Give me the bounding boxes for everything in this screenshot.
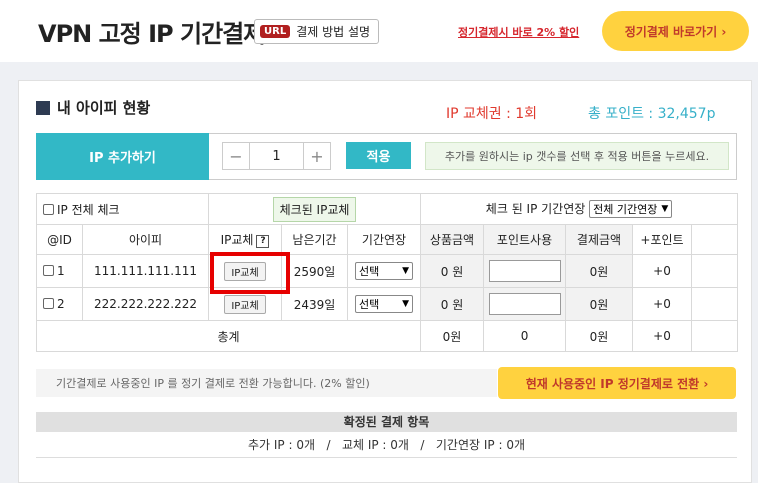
convert-to-subscription-button[interactable]: 현재 사용중인 IP 정기결제로 전환 › [498,367,736,399]
row-id-cell: 1 [36,254,83,288]
row-pay-amount: 0원 [565,287,634,321]
row-pay-amount: 0원 [565,254,634,288]
extend-all-select-value: 전체 기간연장 [593,203,658,216]
chevron-down-icon: ▼ [402,266,410,276]
total-spacer [691,320,739,352]
header-id: @ID [36,224,83,255]
header-pay-amount: 결제금액 [565,224,634,255]
swap-checked-button[interactable]: 체크된 IP교체 [272,196,357,222]
extend-select-value: 선택 [359,298,380,311]
header-ip: 아이피 [81,224,210,255]
row-product-amount: 0 원 [420,254,485,288]
total-plus-point: +0 [632,320,693,352]
header-extend: 기간연장 [347,224,422,255]
add-ip-hint: 추가를 원하시는 ip 갯수를 선택 후 적용 버튼을 누르세요. [425,142,729,170]
section-title: 내 아이피 현황 [36,97,150,118]
url-badge: URL [260,25,291,38]
header-swap: IP교체? [208,224,283,255]
total-label: 총계 [35,320,422,352]
row-id: 2 [57,297,65,311]
check-all-cell: IP 전체 체크 [35,193,210,225]
total-product-amount: 0원 [420,320,485,352]
total-points: 총 포인트 : 32,457p [588,106,716,122]
row-id: 1 [57,264,65,278]
extend-checked-label: 체크 된 IP 기간연장 [485,202,586,216]
help-icon[interactable]: ? [256,235,270,248]
header-spacer [691,224,739,255]
header-remaining: 남은기간 [281,224,349,255]
table-row: 1 111.111.111.111 IP교체 2590일 선택 ▼ 0 원 0원 … [36,254,739,288]
section-title-text: 내 아이피 현황 [57,99,151,117]
swap-checked-cell: 체크된 IP교체 [208,193,422,225]
row-product-amount: 0 원 [420,287,485,321]
row-point-cell [483,287,567,321]
ip-swap-highlight [210,252,290,294]
header-product-amount: 상품금액 [420,224,485,255]
payment-help-button[interactable]: URL 결제 방법 설명 [254,19,380,44]
table-row: 2 222.222.222.222 IP교체 2439일 선택 ▼ 0 원 0원 … [36,287,739,321]
total-pay-amount: 0원 [565,320,634,352]
row-remaining: 2439일 [281,287,349,321]
subscribe-button[interactable]: 정기결제 바로가기 › [602,11,749,51]
header-swap-label: IP교체 [220,233,254,247]
quantity-stepper: − 1 + [222,142,331,170]
plus-button[interactable]: + [304,143,330,169]
apply-button[interactable]: 적용 [346,142,411,169]
total-row: 총계 0원 0 0원 +0 [35,320,739,352]
row-extend-cell: 선택 ▼ [347,287,422,321]
row-plus-point: +0 [632,254,693,288]
row-point-cell [483,254,567,288]
chevron-down-icon: ▼ [402,299,410,309]
check-all-label: IP 전체 체크 [57,202,120,217]
extend-checked-cell: 체크 된 IP 기간연장 전체 기간연장 ▼ [420,193,739,225]
row-checkbox[interactable] [43,298,54,309]
convert-notice: 기간결제로 사용중인 IP 를 정기 결제로 전환 가능합니다. (2% 할인) [36,369,497,397]
extend-select-value: 선택 [359,265,380,278]
row-plus-point: +0 [632,287,693,321]
row-ip: 222.222.222.222 [81,287,210,321]
row-spacer [691,287,739,321]
square-bullet-icon [36,100,50,115]
payment-help-label: 결제 방법 설명 [296,25,371,39]
row-id-cell: 2 [36,287,83,321]
minus-button[interactable]: − [223,143,249,169]
row-spacer [691,254,739,288]
discount-promo-link[interactable]: 정기결제시 바로 2% 할인 [458,24,579,40]
header-point-use: 포인트사용 [483,224,567,255]
extend-select[interactable]: 선택 ▼ [355,262,414,280]
row-checkbox[interactable] [43,265,54,276]
row-remaining: 2590일 [281,254,349,288]
ip-swap-button[interactable]: IP교체 [224,294,266,314]
ip-table: IP 전체 체크 체크된 IP교체 체크 된 IP 기간연장 전체 기간연장 ▼ … [35,193,739,352]
point-input[interactable] [488,293,561,315]
row-extend-cell: 선택 ▼ [347,254,422,288]
summary-details: 추가 IP : 0개 / 교체 IP : 0개 / 기간연장 IP : 0개 [36,432,737,458]
quantity-input[interactable]: 1 [249,143,304,169]
summary-title: 확정된 결제 항목 [36,412,737,432]
row-ip: 111.111.111.111 [81,254,210,288]
point-input[interactable] [488,260,561,282]
extend-select[interactable]: 선택 ▼ [355,295,414,313]
check-all-checkbox[interactable] [43,203,54,215]
chevron-down-icon: ▼ [661,204,669,214]
add-ip-label: IP 추가하기 [36,133,209,180]
extend-all-select[interactable]: 전체 기간연장 ▼ [589,200,673,218]
ip-ticket-count: IP 교체권 : 1회 [446,106,538,122]
total-point-use: 0 [483,320,567,352]
page-title: VPN 고정 IP 기간결제 [38,20,265,48]
top-bar: VPN 고정 IP 기간결제 URL 결제 방법 설명 정기결제시 바로 2% … [0,0,758,62]
header-plus-point: +포인트 [632,224,693,255]
